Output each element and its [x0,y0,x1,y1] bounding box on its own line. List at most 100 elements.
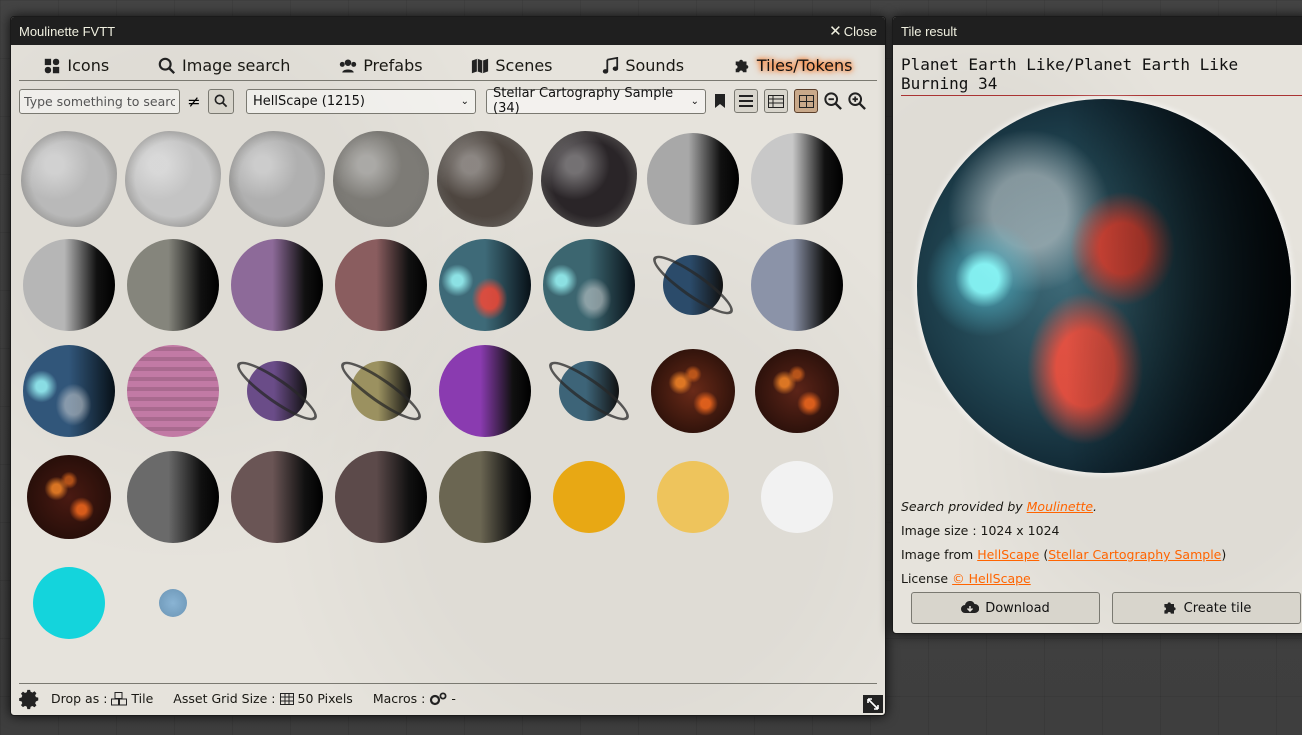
tab-label: Image search [182,56,291,75]
tab-tiles-tokens[interactable]: Tiles/Tokens [727,51,859,80]
tab-image-search[interactable]: Image search [152,51,296,80]
macros-value[interactable]: - [429,691,456,706]
zoom-in-icon[interactable] [848,92,866,110]
grid-size-value[interactable]: 50 Pixels [279,691,353,706]
chevron-down-icon: ⌄ [690,95,699,107]
map-icon [472,58,489,73]
bookmark-icon[interactable] [712,93,728,109]
asset-thumbnail[interactable] [539,447,639,547]
tab-bar: Icons Image search Prefabs Scenes Sounds… [19,51,877,81]
search-input[interactable] [19,88,180,114]
thumbnail-image [229,131,325,227]
moulinette-link[interactable]: Moulinette [1027,499,1093,514]
download-button[interactable]: Download [911,592,1100,624]
asset-thumbnail[interactable] [19,129,119,229]
drop-as-text: Tile [131,691,154,706]
not-equal-toggle[interactable]: ≠ [186,92,202,111]
thumbnail-image [439,345,531,437]
asset-thumbnail[interactable] [19,235,119,335]
thumbnail-image [761,461,833,533]
tab-sounds[interactable]: Sounds [595,51,690,80]
window-header[interactable]: Moulinette FVTT ✕ Close [11,17,885,45]
asset-thumbnail[interactable] [227,129,327,229]
thumbnail-image [23,239,115,331]
asset-thumbnail[interactable] [539,341,639,441]
tab-label: Tiles/Tokens [756,56,853,75]
asset-thumbnail[interactable] [227,447,327,547]
asset-thumbnail[interactable] [19,553,119,653]
search-provided-suffix: . [1093,499,1098,514]
tab-label: Prefabs [363,56,423,75]
tab-icons[interactable]: Icons [37,51,115,80]
asset-thumbnail[interactable] [435,447,535,547]
asset-thumbnail[interactable] [747,341,847,441]
grid-view-button[interactable] [794,89,818,113]
asset-thumbnail[interactable] [331,129,431,229]
create-tile-button[interactable]: Create tile [1112,592,1301,624]
license-link[interactable]: © HellScape [952,571,1031,586]
list-view-button[interactable] [734,89,758,113]
cubes-icon [111,691,128,705]
close-button[interactable]: ✕ Close [829,22,877,40]
asset-thumbnail[interactable] [19,447,119,547]
cogs-icon [430,692,447,705]
asset-thumbnail[interactable] [123,553,223,653]
asset-thumbnail[interactable] [643,129,743,229]
thumbnail-image [27,455,111,539]
tab-label: Icons [67,56,110,75]
cloud-download-icon [961,601,980,613]
asset-thumbnail[interactable] [331,235,431,335]
asset-thumbnail[interactable] [123,341,223,441]
tab-prefabs[interactable]: Prefabs [333,51,428,80]
drop-as-value[interactable]: Tile [111,691,153,706]
search-button[interactable] [208,88,234,114]
asset-grid [19,129,879,689]
asset-thumbnail[interactable] [19,341,119,441]
asset-thumbnail[interactable] [435,129,535,229]
table-view-button[interactable] [764,89,788,113]
asset-thumbnail[interactable] [747,129,847,229]
tab-label: Scenes [495,56,553,75]
asset-thumbnail[interactable] [123,235,223,335]
close-label: Close [843,23,877,39]
asset-thumbnail[interactable] [435,235,535,335]
tile-window-header[interactable]: Tile result [893,17,1302,45]
gear-icon[interactable] [19,688,41,710]
asset-thumbnail[interactable] [435,341,535,441]
creator-select[interactable]: HellScape (1215) ⌄ [246,88,476,114]
asset-thumbnail[interactable] [331,341,431,441]
thumbnail-image [647,133,739,225]
puzzle-icons-icon [45,58,60,73]
asset-thumbnail[interactable] [331,447,431,547]
asset-thumbnail[interactable] [123,129,223,229]
image-size-line: Image size : 1024 x 1024 [901,523,1060,538]
asset-thumbnail[interactable] [227,235,327,335]
thumbnail-image [541,131,637,227]
thumbnail-image [657,461,729,533]
asset-thumbnail[interactable] [123,447,223,547]
image-from-label: Image from [901,547,974,562]
tile-result-window: Tile result Planet Earth Like/Planet Ear… [892,16,1302,634]
create-tile-label: Create tile [1183,600,1252,616]
pack-link[interactable]: Stellar Cartography Sample [1048,547,1221,562]
grid-size-label: Asset Grid Size : [173,691,276,706]
thumbnail-image [333,131,429,227]
asset-thumbnail[interactable] [643,341,743,441]
asset-thumbnail[interactable] [539,129,639,229]
thumbnail-image [127,239,219,331]
asset-thumbnail[interactable] [747,235,847,335]
asset-preview-image[interactable] [917,99,1291,473]
asset-thumbnail[interactable] [539,235,639,335]
asset-thumbnail[interactable] [643,447,743,547]
creator-link[interactable]: HellScape [977,547,1039,562]
asset-thumbnail[interactable] [227,341,327,441]
asset-thumbnail[interactable] [643,235,743,335]
grid-size-text: 50 Pixels [297,691,353,706]
toolbar: ≠ HellScape (1215) ⌄ Stellar Cartography… [19,86,877,116]
pack-select[interactable]: Stellar Cartography Sample (34) ⌄ [486,86,706,116]
zoom-out-icon[interactable] [824,92,842,110]
resize-handle[interactable] [863,695,883,713]
asset-thumbnail[interactable] [747,447,847,547]
tab-label: Sounds [625,56,685,75]
tab-scenes[interactable]: Scenes [465,51,558,80]
